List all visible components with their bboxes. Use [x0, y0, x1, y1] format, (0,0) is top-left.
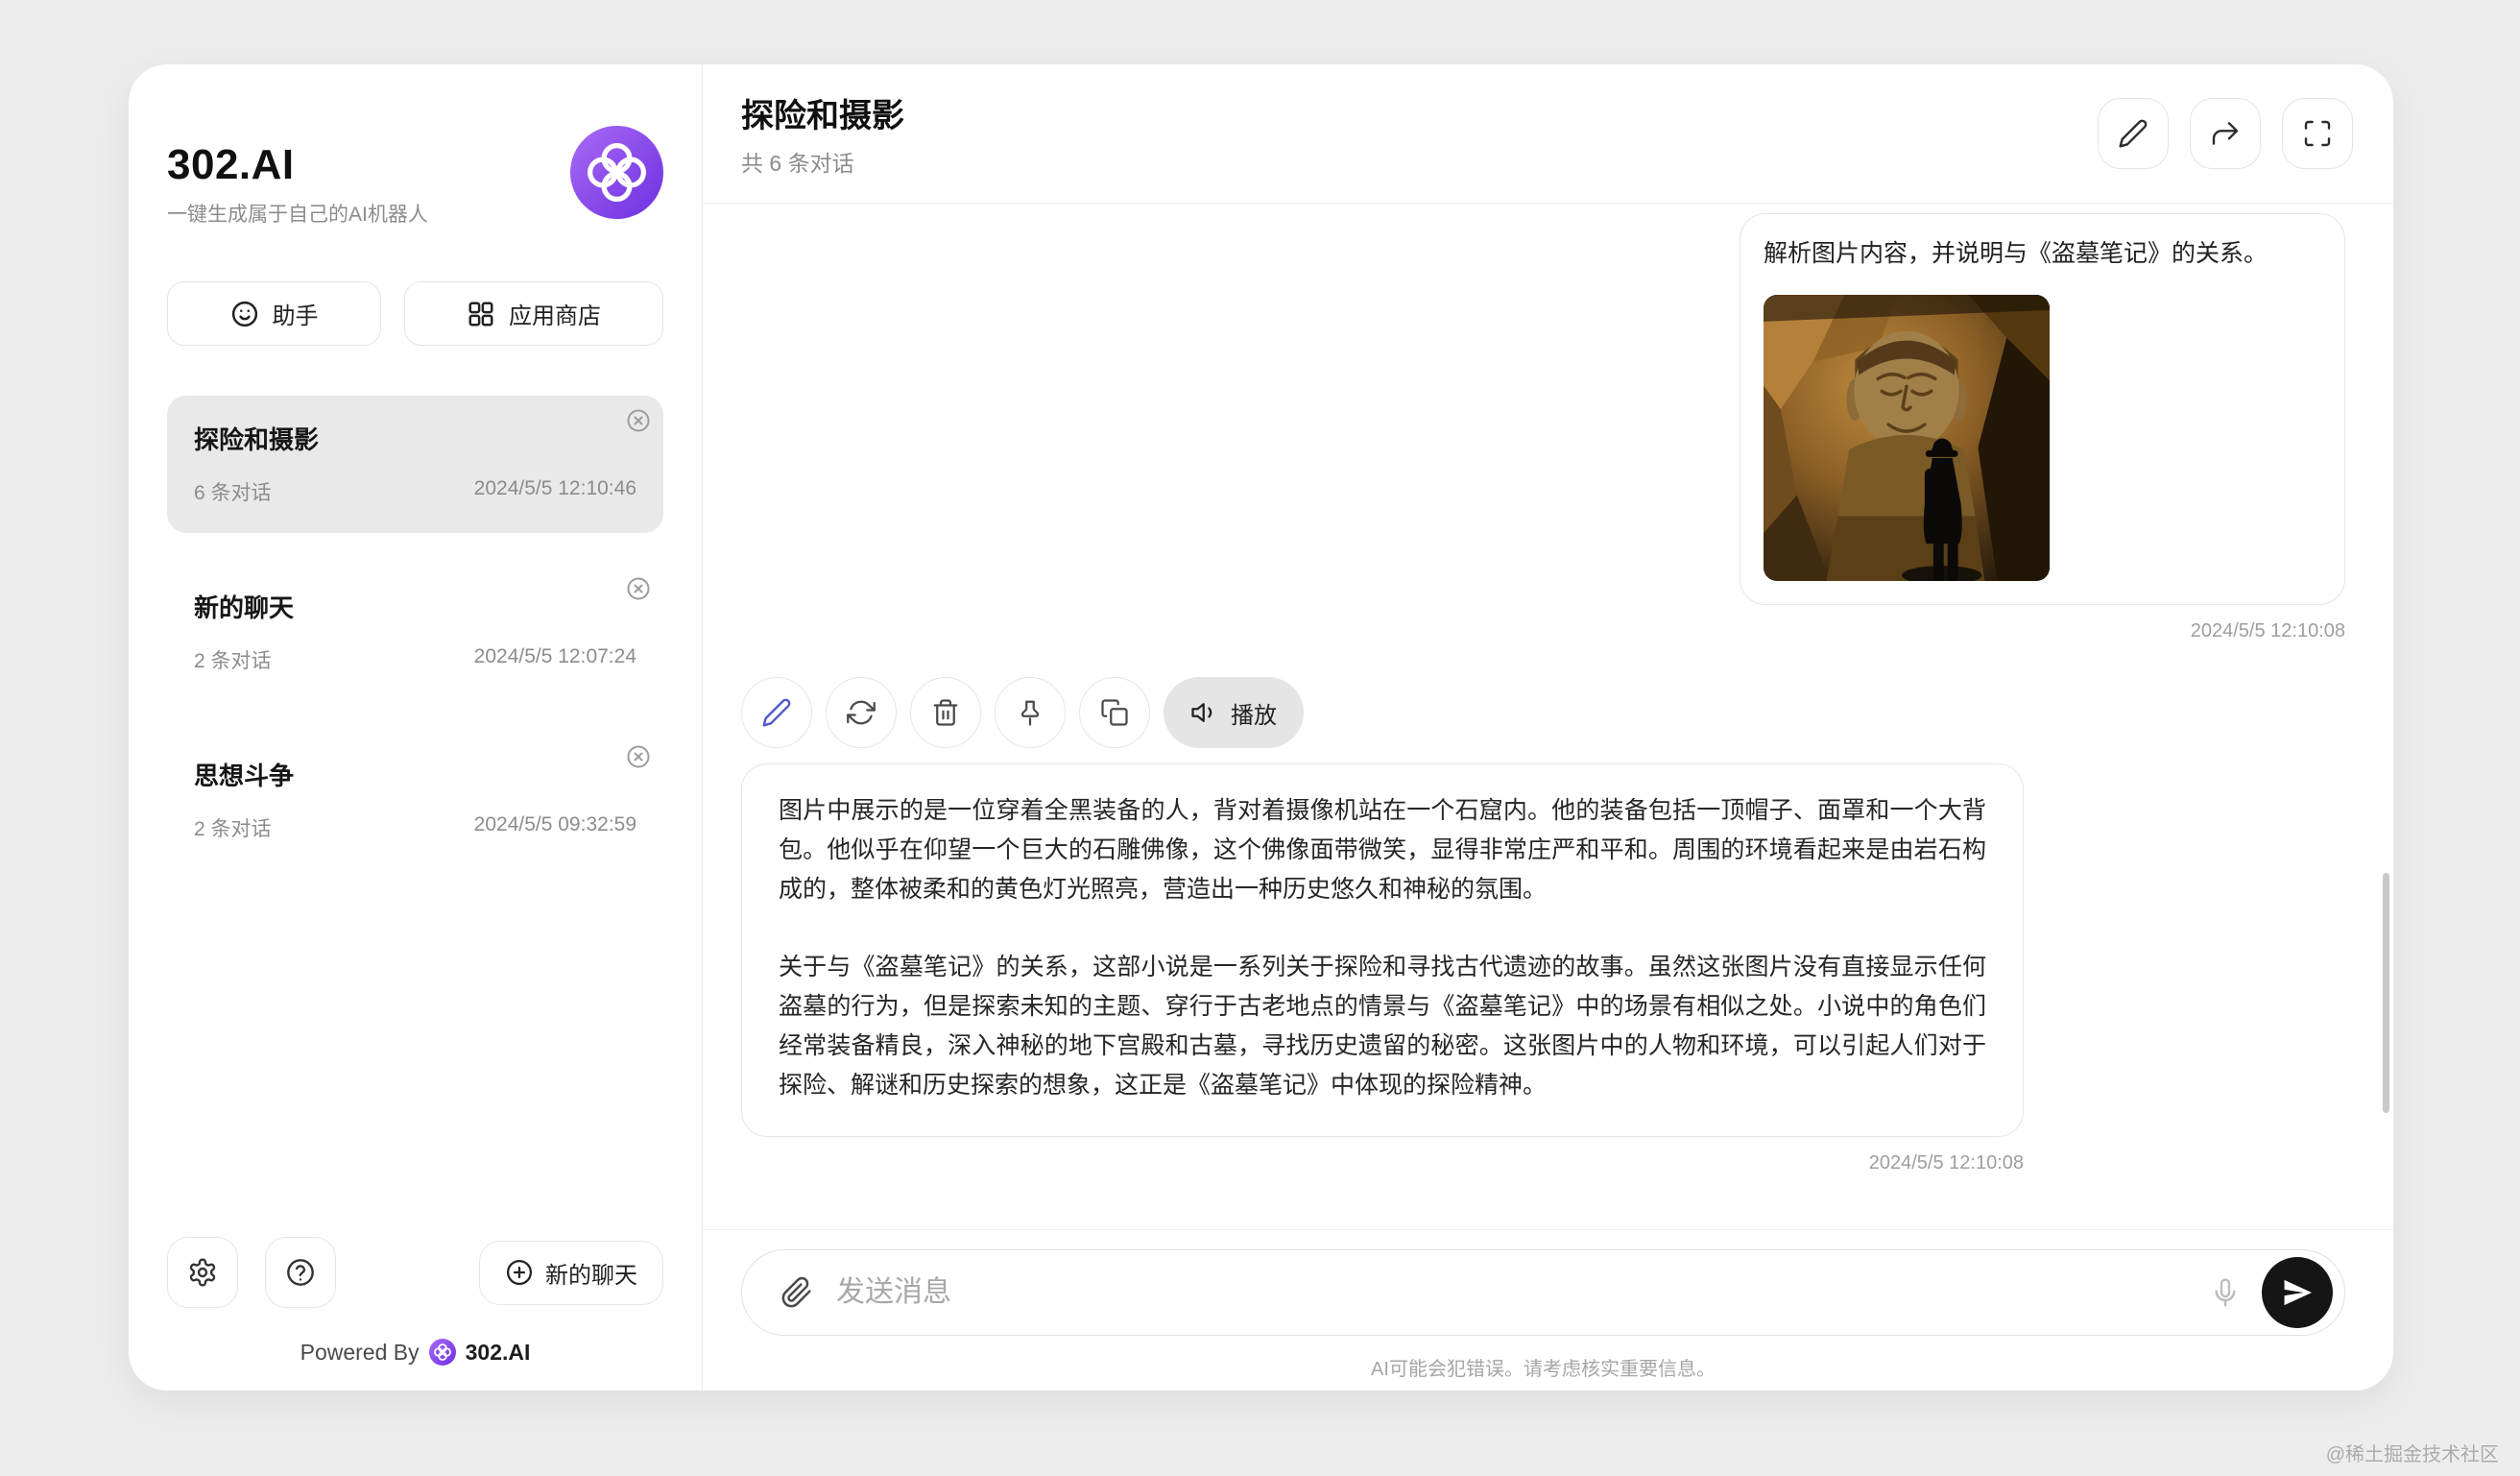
- powered-by: Powered By 302.AI: [167, 1339, 663, 1366]
- question-circle-icon: [285, 1257, 316, 1288]
- watermark: @稀土掘金技术社区: [2326, 1439, 2499, 1466]
- delete-chat-icon[interactable]: [625, 407, 652, 434]
- brand-logo-icon: [570, 126, 663, 219]
- play-label: 播放: [1231, 696, 1277, 730]
- send-message-button[interactable]: [2262, 1257, 2333, 1328]
- settings-button[interactable]: [167, 1237, 238, 1308]
- delete-message-button[interactable]: [910, 677, 981, 748]
- chat-title: 思想斗争: [194, 757, 636, 792]
- powered-brand: 302.AI: [466, 1340, 531, 1366]
- chat-scrollbar[interactable]: [2383, 873, 2389, 1113]
- sidebar-nav: 助手 应用商店: [167, 281, 663, 346]
- fullscreen-button[interactable]: [2282, 98, 2353, 169]
- chat-item-new-chat[interactable]: 新的聊天 2 条对话 2024/5/5 12:07:24: [167, 564, 663, 701]
- chat-meta: 2 条对话 2024/5/5 12:07:24: [194, 645, 636, 674]
- chat-list: 探险和摄影 6 条对话 2024/5/5 12:10:46 新的聊天 2 条对话…: [167, 396, 663, 869]
- chat-time: 2024/5/5 12:10:46: [474, 477, 636, 506]
- chat-time: 2024/5/5 09:32:59: [474, 813, 636, 842]
- voice-input-button[interactable]: [2210, 1277, 2241, 1308]
- rename-chat-button[interactable]: [2098, 98, 2169, 169]
- new-chat-button[interactable]: 新的聊天: [479, 1241, 663, 1305]
- nav-store-button[interactable]: 应用商店: [404, 281, 663, 346]
- powered-logo-icon: [429, 1339, 456, 1366]
- assistant-paragraph-1: 图片中展示的是一位穿着全黑装备的人，背对着摄像机站在一个石窟内。他的装备包括一顶…: [779, 791, 1986, 909]
- chat-title: 新的聊天: [194, 589, 636, 624]
- delete-chat-icon[interactable]: [625, 575, 652, 602]
- nav-store-label: 应用商店: [509, 297, 601, 330]
- chat-count: 6 条对话: [194, 477, 272, 506]
- header-actions: [2098, 98, 2353, 169]
- share-arrow-icon: [2210, 118, 2241, 149]
- chat-item-struggle[interactable]: 思想斗争 2 条对话 2024/5/5 09:32:59: [167, 732, 663, 869]
- edit-message-button[interactable]: [741, 677, 812, 748]
- assistant-message-timestamp: 2024/5/5 12:10:08: [741, 1152, 2024, 1174]
- app-window: 302.AI 一键生成属于自己的AI机器人: [129, 64, 2393, 1391]
- message-input-bar: [741, 1249, 2345, 1336]
- message-actions: 播放: [741, 677, 2345, 748]
- brand-name: 302.AI: [167, 141, 428, 189]
- pushpin-icon: [1016, 698, 1044, 727]
- brand-tagline: 一键生成属于自己的AI机器人: [167, 199, 428, 228]
- composer: AI可能会犯错误。请考虑核实重要信息。: [703, 1229, 2393, 1391]
- attach-file-button[interactable]: [780, 1276, 813, 1309]
- chat-title: 探险和摄影: [194, 421, 636, 456]
- chat-meta: 6 条对话 2024/5/5 12:10:46: [194, 477, 636, 506]
- sidebar-spacer: [167, 869, 663, 1237]
- copy-icon: [1100, 698, 1129, 727]
- delete-chat-icon[interactable]: [625, 743, 652, 770]
- assistant-paragraph-2: 关于与《盗墓笔记》的关系，这部小说是一系列关于探险和寻找古代遗迹的故事。虽然这张…: [779, 948, 1986, 1105]
- smiley-icon: [230, 300, 259, 328]
- page-title: 探险和摄影: [741, 89, 904, 136]
- gear-icon: [187, 1257, 218, 1288]
- ai-disclaimer: AI可能会犯错误。请考虑核实重要信息。: [741, 1353, 2345, 1381]
- user-message-text: 解析图片内容，并说明与《盗墓笔记》的关系。: [1764, 235, 2321, 272]
- expand-icon: [2302, 118, 2333, 149]
- sidebar-footer: 新的聊天: [167, 1237, 663, 1308]
- new-chat-label: 新的聊天: [545, 1256, 637, 1290]
- nav-assistant-label: 助手: [273, 297, 319, 330]
- message-input[interactable]: [834, 1275, 2210, 1310]
- chat-header: 探险和摄影 共 6 条对话: [703, 64, 2393, 204]
- sidebar: 302.AI 一键生成属于自己的AI机器人: [129, 64, 703, 1391]
- assistant-message: 图片中展示的是一位穿着全黑装备的人，背对着摄像机站在一个石窟内。他的装备包括一顶…: [741, 763, 2024, 1137]
- chat-meta: 2 条对话 2024/5/5 09:32:59: [194, 813, 636, 842]
- plus-circle-icon: [505, 1258, 534, 1287]
- pencil-icon: [761, 697, 792, 728]
- app-grid-icon: [467, 300, 495, 328]
- microphone-icon: [2210, 1277, 2241, 1308]
- brand-block: 302.AI 一键生成属于自己的AI机器人: [167, 126, 428, 228]
- copy-message-button[interactable]: [1079, 677, 1150, 748]
- speaker-icon: [1190, 698, 1219, 727]
- user-attached-image[interactable]: [1764, 295, 2050, 581]
- paper-plane-icon: [2281, 1276, 2314, 1309]
- chat-count: 2 条对话: [194, 813, 272, 842]
- help-button[interactable]: [265, 1237, 336, 1308]
- message-count: 共 6 条对话: [741, 145, 904, 178]
- nav-assistant-button[interactable]: 助手: [167, 281, 381, 346]
- trash-icon: [931, 698, 960, 727]
- brand-row: 302.AI 一键生成属于自己的AI机器人: [167, 126, 663, 228]
- user-message-bubble: 解析图片内容，并说明与《盗墓笔记》的关系。: [1740, 213, 2345, 605]
- chat-time: 2024/5/5 12:07:24: [474, 645, 636, 674]
- powered-by-label: Powered By: [300, 1340, 420, 1366]
- play-audio-button[interactable]: 播放: [1164, 677, 1304, 748]
- share-chat-button[interactable]: [2190, 98, 2261, 169]
- regenerate-button[interactable]: [826, 677, 897, 748]
- chat-item-adventure[interactable]: 探险和摄影 6 条对话 2024/5/5 12:10:46: [167, 396, 663, 533]
- chat-header-titles: 探险和摄影 共 6 条对话: [741, 89, 904, 178]
- main-panel: 探险和摄影 共 6 条对话: [703, 64, 2393, 1391]
- refresh-icon: [847, 698, 876, 727]
- user-message-timestamp: 2024/5/5 12:10:08: [741, 620, 2345, 642]
- chat-messages: 解析图片内容，并说明与《盗墓笔记》的关系。: [703, 204, 2393, 1229]
- pin-message-button[interactable]: [995, 677, 1066, 748]
- chat-count: 2 条对话: [194, 645, 272, 674]
- pencil-icon: [2118, 118, 2148, 149]
- user-message-row: 解析图片内容，并说明与《盗墓笔记》的关系。: [741, 213, 2345, 605]
- paperclip-icon: [780, 1276, 813, 1309]
